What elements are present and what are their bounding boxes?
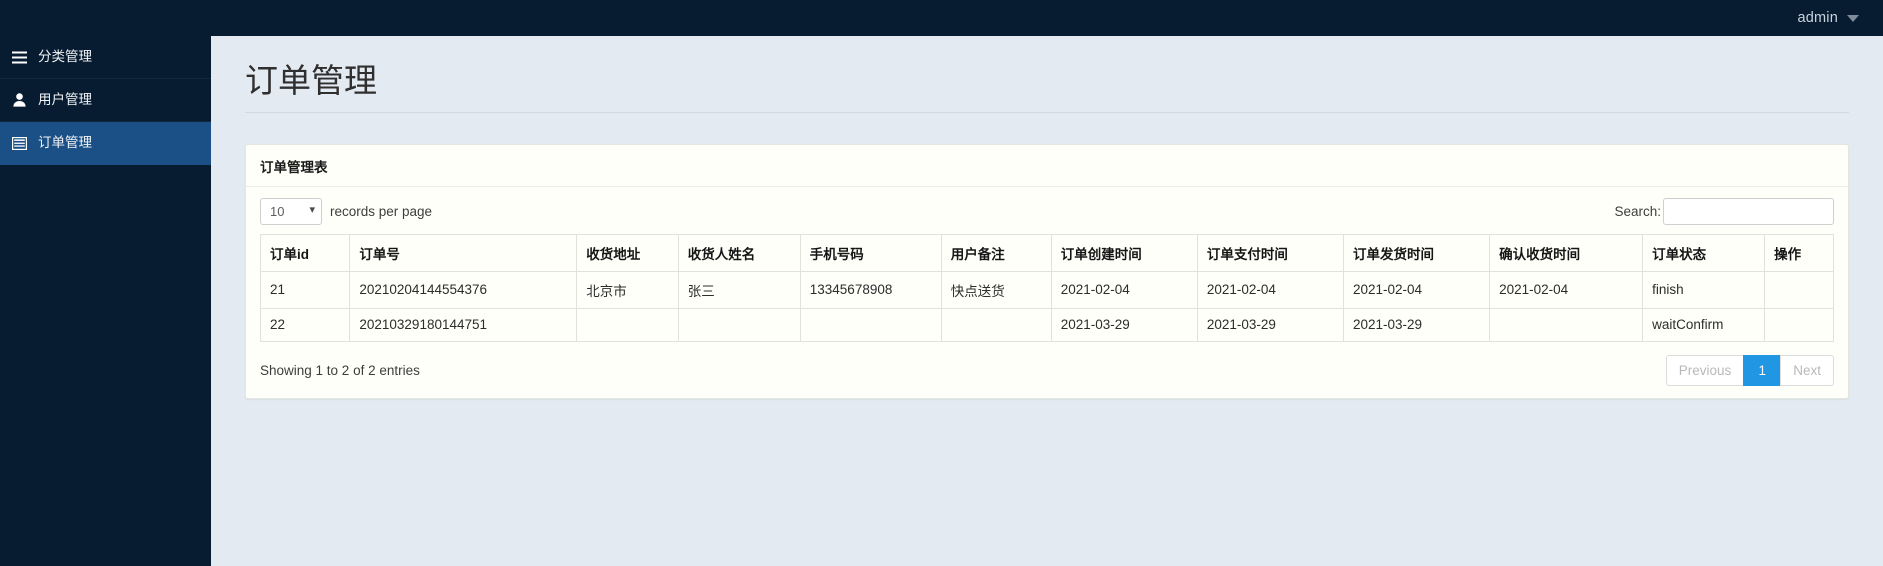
table-cell <box>799 307 942 342</box>
page-header: 订单管理 <box>211 36 1883 113</box>
column-header[interactable]: 手机号码 <box>799 233 942 272</box>
sidebar-item-3[interactable]: 订单管理 <box>0 122 211 165</box>
table-cell: 21 <box>259 270 351 309</box>
column-header[interactable]: 订单号 <box>349 233 578 272</box>
table-cell: 2021-03-29 <box>1050 307 1198 342</box>
table-cell <box>677 307 801 342</box>
user-menu-label: admin <box>1797 10 1838 26</box>
table-icon <box>8 136 30 150</box>
table-info: Showing 1 to 2 of 2 entries <box>260 362 420 378</box>
table-cell: 2021-03-29 <box>1342 307 1491 342</box>
sidebar-item-label: 用户管理 <box>38 92 92 108</box>
table-cell: 13345678908 <box>799 270 942 309</box>
table-cell: 北京市 <box>576 270 679 309</box>
page-length-suffix: records per page <box>330 203 433 219</box>
orders-table-body: 21 20210204144554376 北京市 张三 13345678908 快点送货 2… <box>259 270 1834 342</box>
search-input[interactable] <box>1663 197 1834 225</box>
column-header[interactable]: 订单id <box>259 233 351 272</box>
list-bars-icon <box>8 51 30 64</box>
user-icon <box>8 93 30 107</box>
table-controls: 102550100 ▾ records per page Search: <box>260 197 1834 225</box>
main-content: 订单管理 订单管理表 102550100 ▾ records per page … <box>211 36 1883 566</box>
column-header[interactable]: 订单创建时间 <box>1050 233 1198 272</box>
pagination-prev-button[interactable]: Previous <box>1665 354 1744 386</box>
table-cell: 20210204144554376 <box>349 270 578 309</box>
table-cell: finish <box>1642 270 1766 309</box>
table-cell: waitConfirm <box>1642 307 1766 342</box>
table-cell <box>576 307 679 342</box>
orders-table: 订单id 订单号 收货地址 收货人姓名 手机号码 用户备注 订单创建时间 订单支付时间 订单发货… <box>259 233 1834 342</box>
column-header[interactable]: 收货地址 <box>576 233 679 272</box>
table-footer: Showing 1 to 2 of 2 entries Previous 1 Nex… <box>260 354 1834 386</box>
page-length-select[interactable]: 102550100 <box>260 197 322 225</box>
order-table-card: 订单管理表 102550100 ▾ records per page Searc… <box>245 143 1849 399</box>
sidebar: C&B 分类管理用户管理订单管理 <box>0 0 211 566</box>
card-body: 102550100 ▾ records per page Search: <box>246 187 1848 398</box>
table-cell: 2021-02-04 <box>1196 270 1345 309</box>
page-length-control: 102550100 ▾ records per page <box>260 197 433 225</box>
table-cell: 2021-03-29 <box>1196 307 1345 342</box>
column-header[interactable]: 订单发货时间 <box>1342 233 1491 272</box>
table-cell <box>1764 307 1834 342</box>
column-header[interactable]: 操作 <box>1764 233 1834 272</box>
sidebar-nav: 分类管理用户管理订单管理 <box>0 36 211 165</box>
pagination: Previous 1 Next <box>1665 354 1834 386</box>
table-cell: 2021-02-04 <box>1489 270 1644 309</box>
app-root: C&B 分类管理用户管理订单管理 admin 订单管理 订单管理表 102550… <box>0 0 1883 566</box>
sidebar-item-label: 订单管理 <box>38 135 92 151</box>
search-control: Search: <box>1614 197 1834 225</box>
table-cell: 22 <box>259 307 351 342</box>
table-cell: 张三 <box>677 270 801 309</box>
table-row: 22 20210329180144751 2021-03-29 2021-03-29 2… <box>259 307 1834 342</box>
table-cell: 快点送货 <box>940 270 1052 309</box>
sidebar-item-1[interactable]: 分类管理 <box>0 36 211 79</box>
table-cell <box>940 307 1052 342</box>
chevron-down-icon <box>1847 14 1859 22</box>
column-header[interactable]: 用户备注 <box>940 233 1052 272</box>
table-cell: 20210329180144751 <box>349 307 578 342</box>
column-header[interactable]: 收货人姓名 <box>677 233 801 272</box>
sidebar-item-label: 分类管理 <box>38 49 92 65</box>
column-header[interactable]: 确认收货时间 <box>1489 233 1644 272</box>
title-divider <box>245 111 1849 113</box>
table-header-row: 订单id 订单号 收货地址 收货人姓名 手机号码 用户备注 订单创建时间 订单支付时间 订单发货… <box>259 233 1834 272</box>
card-header: 订单管理表 <box>246 145 1848 187</box>
topbar: admin <box>0 0 1883 36</box>
sidebar-item-2[interactable]: 用户管理 <box>0 79 211 122</box>
table-row: 21 20210204144554376 北京市 张三 13345678908 快点送货 2… <box>259 270 1834 309</box>
table-cell <box>1489 307 1644 342</box>
user-menu[interactable]: admin <box>1797 10 1859 26</box>
table-cell <box>1764 270 1834 309</box>
search-label: Search: <box>1614 203 1661 219</box>
orders-table-head: 订单id 订单号 收货地址 收货人姓名 手机号码 用户备注 订单创建时间 订单支付时间 订单发货… <box>259 233 1834 272</box>
pagination-num-button[interactable]: 1 <box>1743 354 1781 386</box>
table-cell: 2021-02-04 <box>1050 270 1198 309</box>
page-length-select-wrap: 102550100 ▾ <box>260 197 322 225</box>
pagination-next-button[interactable]: Next <box>1780 354 1834 386</box>
column-header[interactable]: 订单支付时间 <box>1196 233 1345 272</box>
page-title: 订单管理 <box>245 62 377 99</box>
table-cell: 2021-02-04 <box>1342 270 1491 309</box>
column-header[interactable]: 订单状态 <box>1642 233 1766 272</box>
